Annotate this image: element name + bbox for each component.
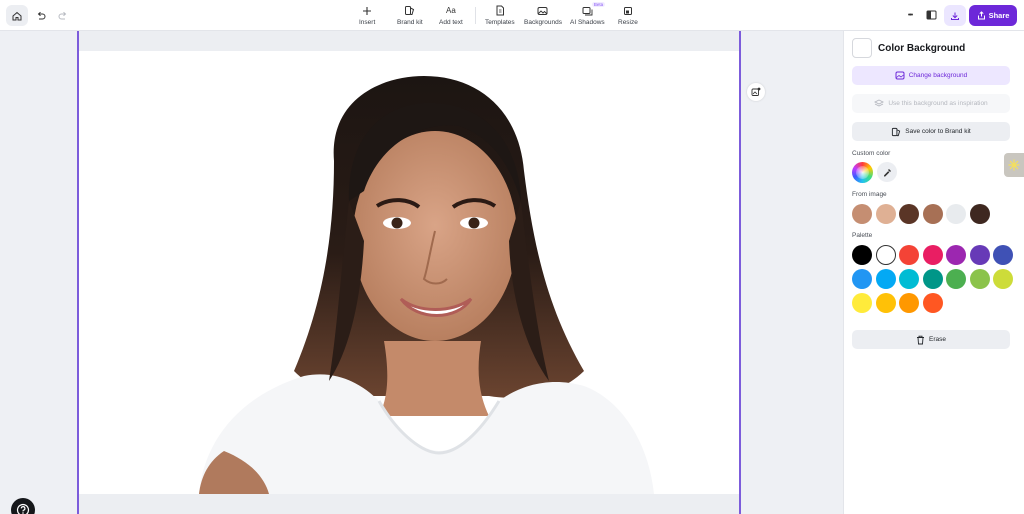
resize-icon [623, 6, 632, 15]
palette-heading: Palette [852, 232, 873, 239]
backgrounds-icon [537, 6, 548, 15]
from-image-swatch[interactable] [969, 204, 990, 224]
insert-label: Insert [359, 19, 376, 26]
change-background-button[interactable]: Change background [852, 66, 1010, 85]
add-text-label: Add text [439, 19, 463, 26]
share-button[interactable]: Share [969, 5, 1017, 26]
palette-swatch[interactable] [875, 269, 896, 289]
resize-label: Resize [618, 19, 638, 26]
color-background-panel: Color Background Change background Use t… [843, 31, 1024, 514]
toggle-panel-button[interactable] [922, 7, 940, 23]
use-as-inspiration-button[interactable]: Use this background as inspiration [852, 94, 1010, 113]
help-button[interactable] [11, 498, 35, 514]
current-color-swatch[interactable] [852, 38, 872, 58]
save-color-label: Save color to Brand kit [905, 128, 971, 135]
palette-swatch[interactable] [993, 269, 1013, 289]
portrait-photo[interactable] [79, 51, 739, 494]
add-image-button[interactable] [747, 83, 765, 101]
palette-swatch[interactable] [969, 245, 990, 265]
redo-icon [58, 11, 67, 19]
background-icon [895, 71, 905, 80]
artboard[interactable] [77, 31, 741, 514]
from-image-swatch[interactable] [946, 204, 966, 224]
palette-swatch[interactable] [922, 269, 943, 289]
palette-swatch[interactable] [875, 293, 896, 313]
panel-title: Color Background [878, 43, 966, 54]
download-button[interactable] [944, 5, 966, 26]
palette-swatch[interactable] [993, 245, 1013, 265]
from-image-swatch[interactable] [852, 204, 872, 224]
palette-swatch[interactable] [946, 269, 966, 289]
toolbar-divider [475, 7, 476, 24]
canvas-area [0, 31, 843, 514]
insert-tool[interactable]: Insert [359, 4, 375, 26]
palette-swatch[interactable] [969, 269, 990, 289]
plus-icon [363, 6, 372, 15]
ai-shadows-tool[interactable]: Beta AI Shadows [570, 2, 606, 26]
from-image-swatch[interactable] [875, 204, 896, 224]
custom-color-picker[interactable] [852, 162, 873, 183]
text-icon: Aa [446, 6, 456, 15]
eyedropper-button[interactable] [877, 162, 897, 182]
brand-kit-tool[interactable]: Brand kit [397, 4, 423, 26]
trash-icon [917, 335, 924, 344]
templates-tool[interactable]: Templates [485, 4, 515, 26]
change-background-label: Change background [908, 72, 968, 79]
brand-kit-icon [405, 6, 415, 15]
custom-color-heading: Custom color [852, 150, 891, 157]
erase-button[interactable]: Erase [852, 330, 1010, 349]
use-as-inspiration-label: Use this background as inspiration [888, 100, 988, 107]
more-options-button[interactable]: ••• [901, 7, 919, 23]
brand-kit-label: Brand kit [397, 19, 423, 26]
erase-label: Erase [929, 336, 946, 343]
more-icon: ••• [907, 11, 913, 19]
palette-swatch[interactable] [852, 269, 872, 289]
palette-swatch[interactable] [946, 245, 966, 265]
add-text-tool[interactable]: Aa Add text [439, 4, 463, 26]
home-button[interactable] [6, 5, 28, 26]
palette-swatch[interactable] [899, 293, 919, 313]
side-widget-tab[interactable] [1004, 153, 1024, 177]
help-icon [16, 503, 30, 514]
portrait-illustration [199, 76, 654, 494]
sparkle-icon [1008, 159, 1020, 171]
undo-icon [37, 11, 46, 19]
eyedropper-icon [883, 168, 891, 176]
palette-swatch[interactable] [899, 245, 919, 265]
from-image-heading: From image [852, 191, 887, 198]
palette-swatch[interactable] [852, 293, 872, 313]
top-toolbar: Insert Brand kit Aa Add text Templates B… [0, 0, 1024, 31]
backgrounds-label: Backgrounds [524, 19, 562, 26]
brand-kit-icon [892, 127, 901, 136]
ai-shadows-icon [582, 6, 593, 15]
templates-label: Templates [485, 19, 515, 26]
palette-swatch[interactable] [922, 293, 943, 313]
backgrounds-tool[interactable]: Backgrounds [524, 4, 562, 26]
image-plus-icon [751, 87, 761, 96]
from-image-swatch[interactable] [899, 204, 919, 224]
panel-layout-icon [926, 10, 936, 20]
palette-swatch[interactable] [899, 269, 919, 289]
palette-swatch[interactable] [875, 245, 896, 265]
redo-button[interactable] [52, 5, 74, 26]
templates-icon [496, 5, 504, 16]
home-icon [12, 11, 22, 20]
download-icon [951, 12, 959, 20]
layers-icon [874, 99, 885, 107]
resize-tool[interactable]: Resize [618, 4, 638, 26]
beta-badge: Beta [591, 2, 606, 7]
undo-button[interactable] [30, 5, 52, 26]
ai-shadows-label: AI Shadows [570, 19, 605, 26]
share-label: Share [988, 11, 1010, 20]
save-color-button[interactable]: Save color to Brand kit [852, 122, 1010, 141]
palette-swatch[interactable] [922, 245, 943, 265]
palette-swatch[interactable] [852, 245, 872, 265]
share-icon [977, 11, 985, 20]
from-image-swatch[interactable] [922, 204, 943, 224]
